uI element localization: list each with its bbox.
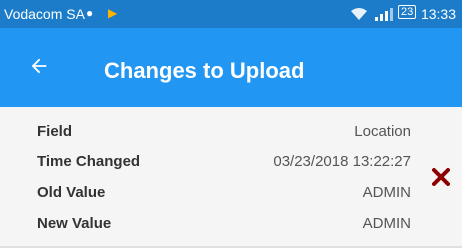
app-bar: Changes to Upload (0, 28, 462, 107)
chat-bubble-icon: ● (86, 6, 94, 20)
new-value-value: ADMIN (362, 215, 411, 232)
delete-change-button[interactable] (430, 166, 452, 188)
page-title: Changes to Upload (104, 58, 305, 83)
wifi-icon (351, 8, 367, 20)
time-changed-label: Time Changed (37, 153, 141, 170)
clock: 13:33 (420, 6, 456, 22)
play-store-icon: ▶ (108, 6, 118, 20)
old-value-value: ADMIN (362, 184, 411, 201)
field-row: Field Location (37, 123, 411, 147)
back-button[interactable] (28, 46, 68, 86)
old-value-label: Old Value (37, 184, 106, 201)
arrow-left-icon (31, 58, 47, 74)
battery-icon: 23 (398, 5, 417, 19)
time-changed-value: 03/23/2018 13:22:27 (273, 153, 411, 170)
signal-icon (375, 8, 393, 21)
field-label: Field (37, 123, 73, 140)
field-value: Location (354, 123, 411, 140)
time-changed-row: Time Changed 03/23/2018 13:22:27 (37, 153, 411, 177)
status-bar: Vodacom SA ● ▶ 23 13:33 (0, 0, 462, 28)
change-record-card: Field Location Time Changed 03/23/2018 1… (0, 107, 462, 248)
new-value-row: New Value ADMIN (37, 215, 411, 239)
new-value-label: New Value (37, 215, 112, 232)
carrier-name: Vodacom SA (4, 6, 85, 22)
battery-level: 23 (401, 6, 414, 18)
old-value-row: Old Value ADMIN (37, 184, 411, 208)
close-x-icon (432, 168, 450, 186)
